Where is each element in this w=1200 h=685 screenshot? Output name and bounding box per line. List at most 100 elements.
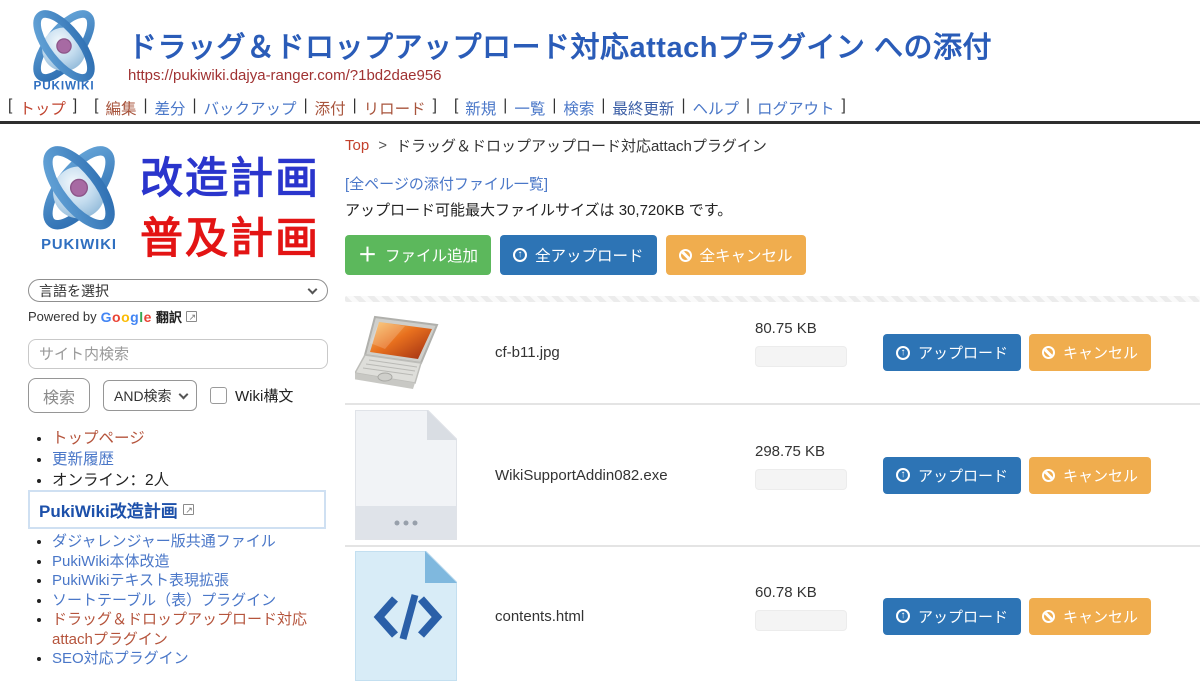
- nav-item-list[interactable]: 一覧: [514, 97, 545, 119]
- upload-button[interactable]: ↑ アップロード: [883, 457, 1021, 494]
- atom-logo-icon: PUKIWIKI: [28, 134, 130, 262]
- add-file-button[interactable]: ＋ ファイル追加: [345, 235, 491, 275]
- nav-item-top[interactable]: トップ: [19, 97, 66, 119]
- upload-all-button[interactable]: ↑ 全アップロード: [500, 235, 657, 275]
- bracket: ]: [73, 97, 77, 119]
- sidebar-item-seo-plugin[interactable]: SEO対応プラグイン: [52, 650, 189, 667]
- wiki-syntax-checkbox[interactable]: [210, 387, 227, 404]
- file-name: contents.html: [495, 608, 755, 625]
- upload-label: アップロード: [918, 342, 1008, 363]
- banner-line2: 普及計画: [140, 204, 320, 266]
- wiki-syntax-label: Wiki構文: [235, 385, 293, 406]
- cancel-button[interactable]: キャンセル: [1029, 334, 1151, 371]
- plus-icon: ＋: [358, 249, 377, 262]
- language-select[interactable]: 言語を選択: [28, 279, 328, 302]
- list-item: SEO対応プラグイン: [52, 649, 328, 669]
- list-item: オンライン：2人: [52, 470, 169, 491]
- sidebar-item-text-extension[interactable]: PukiWikiテキスト表現拡張: [52, 572, 229, 589]
- chevron-down-icon: [179, 390, 189, 400]
- file-thumbnail-cell: [345, 313, 495, 393]
- list-item: 更新履歴: [52, 449, 169, 470]
- nav-group-page: [ 編集 | 差分 | バックアップ | 添付 | リロード ]: [94, 97, 437, 119]
- nav-item-attach[interactable]: 添付: [315, 97, 346, 119]
- breadcrumb-current: ドラッグ＆ドロップアップロード対応attachプラグイン: [396, 135, 767, 156]
- top-navbar: [ トップ ] [ 編集 | 差分 | バックアップ | 添付 | リロード ]…: [8, 97, 856, 119]
- laptop-photo-thumbnail: [355, 313, 451, 393]
- main-content: Top > ドラッグ＆ドロップアップロード対応attachプラグイン [全ページ…: [345, 130, 1200, 685]
- upload-button[interactable]: ↑ アップロード: [883, 598, 1021, 635]
- pukiwiki-logo[interactable]: PUKIWIKI: [10, 4, 118, 103]
- pukiwiki-brand-text: PUKIWIKI: [41, 237, 117, 253]
- separator: |: [552, 97, 556, 119]
- nav-item-diff[interactable]: 差分: [155, 97, 186, 119]
- file-row: contents.html 60.78 KB ↑ アップロード キャンセル: [345, 545, 1200, 685]
- nav-group-site: [ 新規 | 一覧 | 検索 | 最終更新 | ヘルプ | ログアウト ]: [454, 97, 846, 119]
- google-letter: e: [144, 309, 152, 325]
- file-thumbnail-cell: [345, 410, 495, 540]
- max-upload-size-text: アップロード可能最大ファイルサイズは 30,720KB です。: [345, 199, 1200, 220]
- site-search-input[interactable]: [28, 339, 328, 369]
- bracket: ]: [433, 97, 437, 119]
- upload-circle-icon: ↑: [896, 468, 910, 482]
- chevron-down-icon: [308, 285, 318, 295]
- nav-item-logout[interactable]: ログアウト: [757, 97, 835, 119]
- nav-item-reload[interactable]: リロード: [364, 97, 426, 119]
- file-size-cell: 298.75 KB: [755, 443, 873, 490]
- sidebar-online-count: オンライン：2人: [52, 472, 169, 489]
- banner-line1: 改造計画: [140, 144, 320, 206]
- cancel-all-button[interactable]: 全キャンセル: [666, 235, 806, 275]
- separator: |: [601, 97, 605, 119]
- file-thumbnail-cell: [345, 551, 495, 681]
- upload-progress-bar: [755, 610, 847, 631]
- upload-all-label: 全アップロード: [535, 244, 644, 266]
- nav-item-recent[interactable]: 最終更新: [612, 97, 674, 119]
- cancel-button[interactable]: キャンセル: [1029, 457, 1151, 494]
- google-letter: g: [130, 309, 139, 325]
- cancel-button[interactable]: キャンセル: [1029, 598, 1151, 635]
- sidebar-project-links: ダジャレンジャー版共通ファイル PukiWiki本体改造 PukiWikiテキス…: [28, 532, 328, 669]
- header-divider: [0, 121, 1200, 124]
- nav-item-edit[interactable]: 編集: [105, 97, 136, 119]
- sidebar-item-dnd-attach[interactable]: ドラッグ＆ドロップアップロード対応attachプラグイン: [52, 611, 307, 648]
- project-link[interactable]: PukiWiki改造計画: [39, 497, 178, 522]
- sidebar-banner[interactable]: PUKIWIKI 改造計画 普及計画: [28, 130, 330, 278]
- sidebar-item-top-page[interactable]: トップページ: [52, 430, 145, 447]
- sidebar-item-sort-table[interactable]: ソートテーブル（表）プラグイン: [52, 592, 276, 609]
- sidebar-quick-links: トップページ 更新履歴 オンライン：2人: [28, 428, 169, 491]
- all-attachments-link[interactable]: [全ページの添付ファイル一覧]: [345, 173, 548, 194]
- breadcrumb-separator: >: [378, 137, 387, 154]
- separator: |: [746, 97, 750, 119]
- file-row: cf-b11.jpg 80.75 KB ↑ アップロード キャンセル: [345, 302, 1200, 403]
- search-button[interactable]: 検索: [28, 378, 90, 413]
- nav-item-backup[interactable]: バックアップ: [204, 97, 297, 119]
- separator: |: [143, 97, 147, 119]
- ban-icon: [1042, 610, 1055, 623]
- breadcrumb-home[interactable]: Top: [345, 137, 369, 154]
- separator: |: [193, 97, 197, 119]
- language-select-value: 言語を選択: [39, 281, 109, 301]
- file-size: 80.75 KB: [755, 320, 873, 337]
- nav-item-help[interactable]: ヘルプ: [692, 97, 739, 119]
- separator: |: [353, 97, 357, 119]
- sidebar-item-common-files[interactable]: ダジャレンジャー版共通ファイル: [52, 533, 276, 550]
- upload-circle-icon: ↑: [896, 609, 910, 623]
- nav-item-search[interactable]: 検索: [563, 97, 594, 119]
- upload-progress-bar: [755, 346, 847, 367]
- file-size: 298.75 KB: [755, 443, 873, 460]
- html-code-file-icon: [355, 551, 457, 681]
- sidebar-item-recent-changes[interactable]: 更新履歴: [52, 451, 114, 468]
- powered-by-label: Powered by: [28, 309, 97, 324]
- search-mode-select[interactable]: AND検索: [103, 380, 197, 411]
- upload-button[interactable]: ↑ アップロード: [883, 334, 1021, 371]
- page-permalink[interactable]: https://pukiwiki.dajya-ranger.com/?1bd2d…: [128, 67, 442, 84]
- upload-circle-icon: ↑: [513, 248, 527, 262]
- nav-item-new[interactable]: 新規: [465, 97, 496, 119]
- separator: |: [503, 97, 507, 119]
- add-file-label: ファイル追加: [385, 244, 478, 266]
- translate-link[interactable]: 翻訳: [156, 307, 182, 326]
- pukiwiki-attach-page: PUKIWIKI ドラッグ＆ドロップアップロード対応attachプラグイン への…: [0, 0, 1200, 630]
- upload-toolbar: ＋ ファイル追加 ↑ 全アップロード 全キャンセル: [345, 235, 1200, 275]
- file-name: WikiSupportAddin082.exe: [495, 467, 755, 484]
- file-row: WikiSupportAddin082.exe 298.75 KB ↑ アップロ…: [345, 403, 1200, 545]
- sidebar-item-core-mods[interactable]: PukiWiki本体改造: [52, 553, 170, 570]
